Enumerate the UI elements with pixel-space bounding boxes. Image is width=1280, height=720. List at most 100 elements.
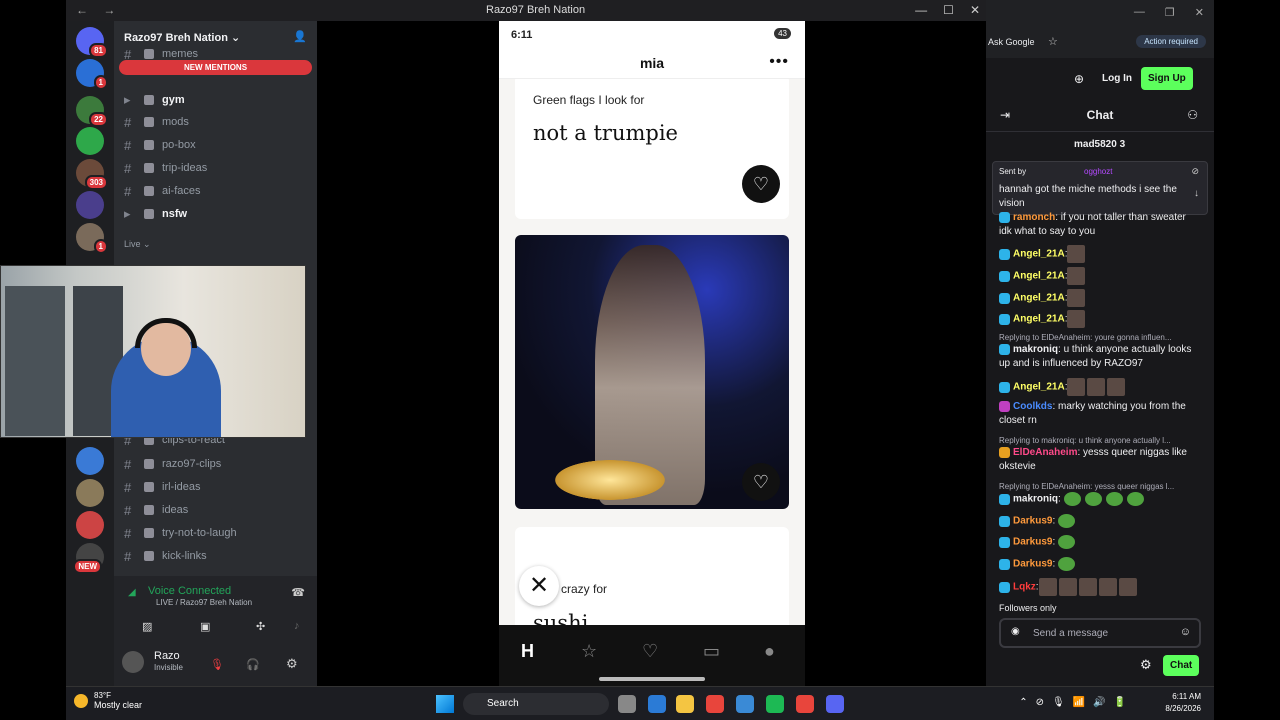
server-icon[interactable] [76, 511, 104, 539]
photos-icon[interactable] [736, 695, 754, 713]
channel-ai-faces[interactable]: # ai-faces [124, 182, 201, 200]
prompt-answer: not a trumpie [533, 121, 678, 145]
gear-icon[interactable]: ⚙ [1140, 657, 1152, 673]
tab-messages[interactable]: ▭ [703, 641, 720, 662]
system-tray[interactable]: ⌃⊘🎙📶🔊🔋 [1019, 697, 1134, 708]
server-icon[interactable] [76, 447, 104, 475]
skip-button[interactable]: ✕ [519, 566, 559, 606]
voice-status[interactable]: Voice Connected [148, 585, 231, 597]
edge-icon[interactable] [648, 695, 666, 713]
server-icon[interactable]: 303 [76, 159, 108, 190]
voice-panel: ◢ Voice Connected LIVE / Razo97 Breh Nat… [114, 576, 317, 648]
tab-standouts[interactable]: ☆ [581, 641, 597, 662]
chat-message: Angel_21A: [999, 378, 1199, 396]
emoji-icon[interactable]: ☺ [1180, 626, 1191, 638]
task-view-icon[interactable] [618, 695, 636, 713]
globe-icon[interactable]: ⊕ [1074, 72, 1084, 86]
like-button[interactable]: ♡ [742, 463, 780, 501]
server-icon[interactable] [76, 479, 104, 507]
channel-irl-ideas[interactable]: # irl-ideas [124, 478, 201, 496]
clock-time: 6:11 AM [1172, 692, 1201, 701]
unpin-icon[interactable]: ⊘ [1191, 166, 1199, 177]
channel-ideas[interactable]: # ideas [124, 501, 188, 519]
maximize-icon[interactable]: ☐ [943, 3, 954, 17]
channel-trip-ideas[interactable]: # trip-ideas [124, 159, 207, 177]
chat-send-button[interactable]: Chat [1163, 655, 1200, 676]
tab-likes[interactable]: ♡ [642, 641, 658, 662]
tab-profile[interactable]: ● [764, 641, 775, 662]
server-icon[interactable] [76, 127, 104, 155]
channel-kick-links[interactable]: # kick-links [124, 547, 207, 565]
community-icon[interactable]: ⚇ [1187, 108, 1198, 122]
user-panel: Razo Invisible 🎙 🎧 ⚙ [114, 648, 317, 686]
live-category[interactable]: Live ⌄ [124, 235, 151, 253]
new-mentions-pill[interactable]: NEW MENTIONS [119, 60, 312, 75]
file-explorer-icon[interactable] [676, 695, 694, 713]
channel-mods[interactable]: # mods [124, 113, 189, 131]
chat-message: makroniq: u think anyone actually looks … [999, 343, 1192, 369]
user-status: Invisible [154, 663, 183, 672]
channel-gym[interactable]: ▸ gym [124, 91, 185, 109]
chrome-icon[interactable] [706, 695, 724, 713]
chat-message: Darkus9: [999, 514, 1199, 529]
signup-button[interactable]: Sign Up [1141, 67, 1193, 90]
server-badge: 1 [93, 75, 108, 90]
home-indicator [599, 677, 705, 681]
discord-home-icon[interactable]: 81 [76, 27, 108, 58]
voice-channel[interactable]: LIVE / Razo97 Breh Nation [156, 598, 252, 607]
channel-razo97-clips[interactable]: # razo97-clips [124, 455, 221, 473]
maximize-icon[interactable]: ❐ [1165, 6, 1175, 19]
discord-icon[interactable] [826, 695, 844, 713]
mute-icon[interactable]: 🎙 [210, 658, 224, 671]
bits-icon[interactable]: ◉ [1011, 626, 1020, 637]
phone-status-bar: 6:11 43 [499, 21, 805, 49]
gear-icon[interactable]: ⚙ [286, 656, 298, 672]
server-icon[interactable]: NEW [73, 543, 104, 574]
server-icon[interactable] [76, 191, 104, 219]
add-member-icon[interactable]: 👤 [293, 30, 307, 43]
clock[interactable]: 6:11 AM 8/26/2026 [1165, 691, 1201, 715]
soundboard-icon[interactable]: ♪ [294, 620, 300, 632]
window-nav[interactable]: ← → [76, 3, 121, 17]
server-icon[interactable]: 1 [76, 223, 108, 254]
close-icon[interactable]: ✕ [970, 3, 980, 17]
ask-google-button[interactable]: Ask Google [988, 37, 1035, 47]
activities-icon[interactable]: ✣ [256, 620, 265, 633]
video-off-icon[interactable]: ▨ [142, 620, 152, 633]
weather-icon [74, 693, 88, 708]
chat-message: ElDeAnaheim: yesss queer niggas like oks… [999, 446, 1187, 472]
chat-message: ramonch: if you not taller than sweater … [999, 211, 1186, 237]
taskbar-search[interactable]: Search [463, 693, 609, 715]
screenshare-icon[interactable]: ▣ [200, 620, 210, 633]
channel-po-box[interactable]: # po-box [124, 136, 196, 154]
chrome-icon[interactable] [796, 695, 814, 713]
minimize-icon[interactable]: — [1134, 6, 1145, 19]
channel-try-not-to-laugh[interactable]: # try-not-to-laugh [124, 524, 237, 542]
weather-condition: Mostly clear [94, 700, 143, 710]
weather-widget[interactable]: 83°F Mostly clear [74, 691, 142, 710]
send-message-input[interactable]: ◉ Send a message ☺ [999, 618, 1201, 648]
channel-nsfw[interactable]: ▸ nsfw [124, 205, 187, 223]
followers-only-notice: Followers only [999, 603, 1057, 613]
tab-home[interactable]: H [521, 641, 534, 662]
disconnect-icon[interactable]: ☎ [291, 586, 305, 599]
like-button[interactable]: ♡ [742, 165, 780, 203]
more-options-icon[interactable]: ••• [769, 53, 789, 71]
window-title: Razo97 Breh Nation [486, 4, 586, 16]
avatar[interactable] [122, 651, 144, 673]
profile-scroll[interactable]: Green flags I look for not a trumpie ♡ ♡… [499, 79, 805, 625]
server-name[interactable]: Razo97 Breh Nation ⌄ [124, 31, 240, 44]
server-icon[interactable]: 22 [76, 96, 108, 127]
action-required-button[interactable]: Action required [1136, 35, 1206, 48]
close-icon[interactable]: ✕ [1195, 6, 1204, 19]
spotify-icon[interactable] [766, 695, 784, 713]
login-button[interactable]: Log In [1102, 73, 1132, 84]
minimize-icon[interactable]: — [915, 3, 927, 17]
gift-leader[interactable]: mad5820 3 [1074, 139, 1125, 150]
pinned-sender[interactable]: ogghozt [1084, 167, 1112, 176]
start-button[interactable] [436, 695, 454, 713]
signal-icon: ◢ [128, 587, 136, 598]
deafen-icon[interactable]: 🎧 [246, 658, 260, 671]
star-icon[interactable]: ☆ [1048, 35, 1058, 48]
server-icon[interactable]: 1 [76, 59, 108, 90]
